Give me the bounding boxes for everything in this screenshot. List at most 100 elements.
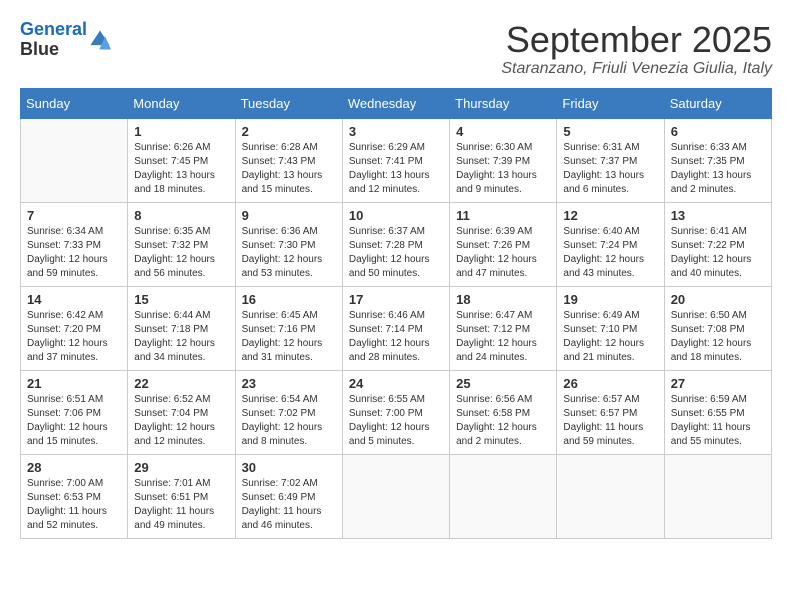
day-info: Sunrise: 7:01 AMSunset: 6:51 PMDaylight:… <box>134 477 228 533</box>
calendar-cell <box>21 118 128 202</box>
calendar-cell: 1Sunrise: 6:26 AMSunset: 7:45 PMDaylight… <box>128 118 235 202</box>
day-number: 27 <box>671 376 765 391</box>
calendar-cell: 25 Sunrise: 6:56 AMSunset: 6:58 PMDayligh… <box>450 370 557 454</box>
day-number: 19 <box>563 292 657 307</box>
day-number: 23 <box>242 376 336 391</box>
day-info: Sunrise: 6:41 AMSunset: 7:22 PMDaylight:… <box>671 225 765 281</box>
day-number: 14 <box>27 292 121 307</box>
calendar-cell: 17 Sunrise: 6:46 AMSunset: 7:14 PMDayligh… <box>342 286 449 370</box>
day-info: Sunrise: 6:33 AMSunset: 7:35 PMDaylight:… <box>671 141 765 197</box>
day-info: Sunrise: 6:59 AMSunset: 6:55 PMDaylight:… <box>671 393 765 449</box>
day-number: 15 <box>134 292 228 307</box>
day-number: 16 <box>242 292 336 307</box>
day-number: 7 <box>27 208 121 223</box>
calendar-cell: 11Sunrise: 6:39 AMSunset: 7:26 PMDayligh… <box>450 202 557 286</box>
day-number: 2 <box>242 124 336 139</box>
calendar-cell: 6 Sunrise: 6:33 AMSunset: 7:35 PMDaylight… <box>664 118 771 202</box>
title-area: September 2025 Staranzano, Friuli Venezi… <box>501 20 772 78</box>
logo-icon <box>89 29 111 51</box>
day-number: 8 <box>134 208 228 223</box>
day-info: Sunrise: 6:37 AMSunset: 7:28 PMDaylight:… <box>349 225 443 281</box>
day-info: Sunrise: 6:42 AMSunset: 7:20 PMDaylight:… <box>27 309 121 365</box>
calendar-cell <box>557 454 664 538</box>
day-number: 6 <box>671 124 765 139</box>
day-info: Sunrise: 6:35 AMSunset: 7:32 PMDaylight:… <box>134 225 228 281</box>
calendar-cell: 2 Sunrise: 6:28 AMSunset: 7:43 PMDaylight… <box>235 118 342 202</box>
day-number: 24 <box>349 376 443 391</box>
day-info: Sunrise: 7:00 AMSunset: 6:53 PMDaylight:… <box>27 477 121 533</box>
day-number: 11 <box>456 208 550 223</box>
day-number: 17 <box>349 292 443 307</box>
day-number: 10 <box>349 208 443 223</box>
day-info: Sunrise: 6:51 AMSunset: 7:06 PMDaylight:… <box>27 393 121 449</box>
calendar-cell: 12Sunrise: 6:40 AMSunset: 7:24 PMDayligh… <box>557 202 664 286</box>
day-info: Sunrise: 6:54 AMSunset: 7:02 PMDaylight:… <box>242 393 336 449</box>
day-info: Sunrise: 6:36 AMSunset: 7:30 PMDaylight:… <box>242 225 336 281</box>
calendar-cell: 24 Sunrise: 6:55 AMSunset: 7:00 PMDayligh… <box>342 370 449 454</box>
logo-text: GeneralBlue <box>20 20 87 60</box>
day-info: Sunrise: 6:29 AMSunset: 7:41 PMDaylight:… <box>349 141 443 197</box>
calendar-cell: 28 Sunrise: 7:00 AMSunset: 6:53 PMDayligh… <box>21 454 128 538</box>
calendar-cell: 19 Sunrise: 6:49 AMSunset: 7:10 PMDayligh… <box>557 286 664 370</box>
day-info: Sunrise: 6:47 AMSunset: 7:12 PMDaylight:… <box>456 309 550 365</box>
day-info: Sunrise: 6:52 AMSunset: 7:04 PMDaylight:… <box>134 393 228 449</box>
day-number: 30 <box>242 460 336 475</box>
day-number: 21 <box>27 376 121 391</box>
month-title: September 2025 <box>501 20 772 60</box>
page-header: GeneralBlue September 2025 Staranzano, F… <box>20 20 772 78</box>
day-number: 26 <box>563 376 657 391</box>
weekday-header-wednesday: Wednesday <box>342 88 449 118</box>
calendar-cell: 23 Sunrise: 6:54 AMSunset: 7:02 PMDayligh… <box>235 370 342 454</box>
day-info: Sunrise: 6:57 AMSunset: 6:57 PMDaylight:… <box>563 393 657 449</box>
day-number: 28 <box>27 460 121 475</box>
calendar-week-row: 14 Sunrise: 6:42 AMSunset: 7:20 PMDayligh… <box>21 286 772 370</box>
day-number: 3 <box>349 124 443 139</box>
day-number: 29 <box>134 460 228 475</box>
calendar-cell: 22 Sunrise: 6:52 AMSunset: 7:04 PMDayligh… <box>128 370 235 454</box>
day-info: Sunrise: 6:26 AMSunset: 7:45 PMDaylight:… <box>134 141 228 197</box>
calendar-cell: 8 Sunrise: 6:35 AMSunset: 7:32 PMDaylight… <box>128 202 235 286</box>
day-info: Sunrise: 6:49 AMSunset: 7:10 PMDaylight:… <box>563 309 657 365</box>
calendar-cell: 30 Sunrise: 7:02 AMSunset: 6:49 PMDayligh… <box>235 454 342 538</box>
day-number: 20 <box>671 292 765 307</box>
day-number: 13 <box>671 208 765 223</box>
day-number: 22 <box>134 376 228 391</box>
day-info: Sunrise: 6:50 AMSunset: 7:08 PMDaylight:… <box>671 309 765 365</box>
weekday-header-saturday: Saturday <box>664 88 771 118</box>
calendar-cell: 14 Sunrise: 6:42 AMSunset: 7:20 PMDayligh… <box>21 286 128 370</box>
location: Staranzano, Friuli Venezia Giulia, Italy <box>501 60 772 78</box>
day-number: 25 <box>456 376 550 391</box>
calendar-cell: 26 Sunrise: 6:57 AMSunset: 6:57 PMDayligh… <box>557 370 664 454</box>
day-info: Sunrise: 6:45 AMSunset: 7:16 PMDaylight:… <box>242 309 336 365</box>
day-info: Sunrise: 6:34 AMSunset: 7:33 PMDaylight:… <box>27 225 121 281</box>
day-info: Sunrise: 6:46 AMSunset: 7:14 PMDaylight:… <box>349 309 443 365</box>
day-number: 5 <box>563 124 657 139</box>
calendar-cell: 13 Sunrise: 6:41 AMSunset: 7:22 PMDayligh… <box>664 202 771 286</box>
calendar-cell <box>450 454 557 538</box>
calendar-cell: 21 Sunrise: 6:51 AMSunset: 7:06 PMDayligh… <box>21 370 128 454</box>
weekday-header-monday: Monday <box>128 88 235 118</box>
day-info: Sunrise: 6:55 AMSunset: 7:00 PMDaylight:… <box>349 393 443 449</box>
calendar-cell: 5Sunrise: 6:31 AMSunset: 7:37 PMDaylight… <box>557 118 664 202</box>
calendar-cell: 16 Sunrise: 6:45 AMSunset: 7:16 PMDayligh… <box>235 286 342 370</box>
calendar-cell: 29 Sunrise: 7:01 AMSunset: 6:51 PMDayligh… <box>128 454 235 538</box>
weekday-header-thursday: Thursday <box>450 88 557 118</box>
calendar-cell: 18Sunrise: 6:47 AMSunset: 7:12 PMDayligh… <box>450 286 557 370</box>
day-info: Sunrise: 6:28 AMSunset: 7:43 PMDaylight:… <box>242 141 336 197</box>
weekday-header-friday: Friday <box>557 88 664 118</box>
calendar-cell: 27 Sunrise: 6:59 AMSunset: 6:55 PMDayligh… <box>664 370 771 454</box>
calendar-week-row: 28 Sunrise: 7:00 AMSunset: 6:53 PMDayligh… <box>21 454 772 538</box>
day-info: Sunrise: 6:40 AMSunset: 7:24 PMDaylight:… <box>563 225 657 281</box>
weekday-header-sunday: Sunday <box>21 88 128 118</box>
day-info: Sunrise: 7:02 AMSunset: 6:49 PMDaylight:… <box>242 477 336 533</box>
calendar-cell: 9Sunrise: 6:36 AMSunset: 7:30 PMDaylight… <box>235 202 342 286</box>
calendar-cell: 7 Sunrise: 6:34 AMSunset: 7:33 PMDaylight… <box>21 202 128 286</box>
weekday-header-tuesday: Tuesday <box>235 88 342 118</box>
day-info: Sunrise: 6:30 AMSunset: 7:39 PMDaylight:… <box>456 141 550 197</box>
weekday-header-row: SundayMondayTuesdayWednesdayThursdayFrid… <box>21 88 772 118</box>
day-info: Sunrise: 6:44 AMSunset: 7:18 PMDaylight:… <box>134 309 228 365</box>
calendar-cell <box>664 454 771 538</box>
calendar-cell: 10 Sunrise: 6:37 AMSunset: 7:28 PMDayligh… <box>342 202 449 286</box>
day-number: 4 <box>456 124 550 139</box>
day-info: Sunrise: 6:56 AMSunset: 6:58 PMDaylight:… <box>456 393 550 449</box>
